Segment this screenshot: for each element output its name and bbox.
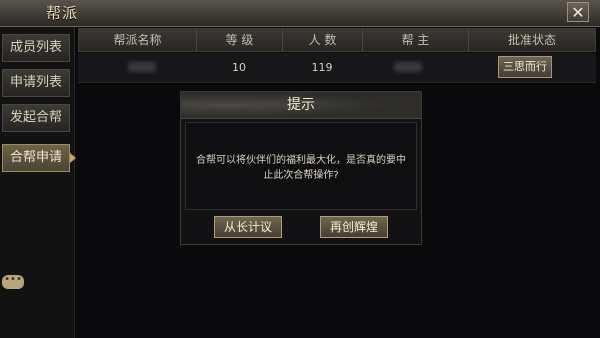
- col-status: 批准状态: [507, 33, 556, 47]
- col-members: 人 数: [283, 29, 363, 51]
- active-tab-arrow-icon: [70, 153, 76, 163]
- tab-application-list[interactable]: 申请列表: [2, 69, 70, 97]
- chat-bubble-icon[interactable]: •••: [2, 275, 24, 289]
- title-bar: 帮派 ✕: [0, 0, 600, 27]
- table-row: 10 119 三思而行: [78, 53, 596, 83]
- col-level: 等 级: [197, 29, 283, 51]
- guild-name-redacted: [128, 62, 156, 72]
- table-header: 帮派名称 等 级 人 数 帮 主 批准状态: [78, 28, 596, 52]
- tab-member-list[interactable]: 成员列表: [2, 34, 70, 62]
- close-button[interactable]: ✕: [567, 2, 589, 22]
- col-guild-name: 帮派名称: [79, 29, 197, 51]
- dialog-body: 合帮可以将伙伴们的福利最大化，是否真的要中止此次合帮操作?: [185, 122, 417, 210]
- dialog-header: 提示: [181, 92, 421, 119]
- tab-merge-request[interactable]: 合帮申请: [2, 144, 70, 172]
- sidebar: 成员列表 申请列表 发起合帮 合帮申请 •••: [0, 27, 76, 338]
- confirm-button[interactable]: 再创辉煌: [320, 216, 388, 238]
- col-leader: 帮 主: [363, 29, 469, 51]
- dialog-title: 提示: [287, 97, 315, 113]
- status-button[interactable]: 三思而行: [498, 56, 552, 78]
- members-value: 119: [311, 61, 333, 74]
- leader-redacted: [394, 62, 422, 72]
- confirm-dialog: 提示 合帮可以将伙伴们的福利最大化，是否真的要中止此次合帮操作? 从长计议 再创…: [180, 91, 422, 245]
- window-title: 帮派: [46, 4, 79, 22]
- tab-initiate-merge[interactable]: 发起合帮: [2, 104, 70, 132]
- level-value: 10: [232, 61, 246, 74]
- cancel-button[interactable]: 从长计议: [214, 216, 282, 238]
- close-icon: ✕: [571, 3, 585, 22]
- dialog-message: 合帮可以将伙伴们的福利最大化，是否真的要中止此次合帮操作?: [196, 155, 406, 181]
